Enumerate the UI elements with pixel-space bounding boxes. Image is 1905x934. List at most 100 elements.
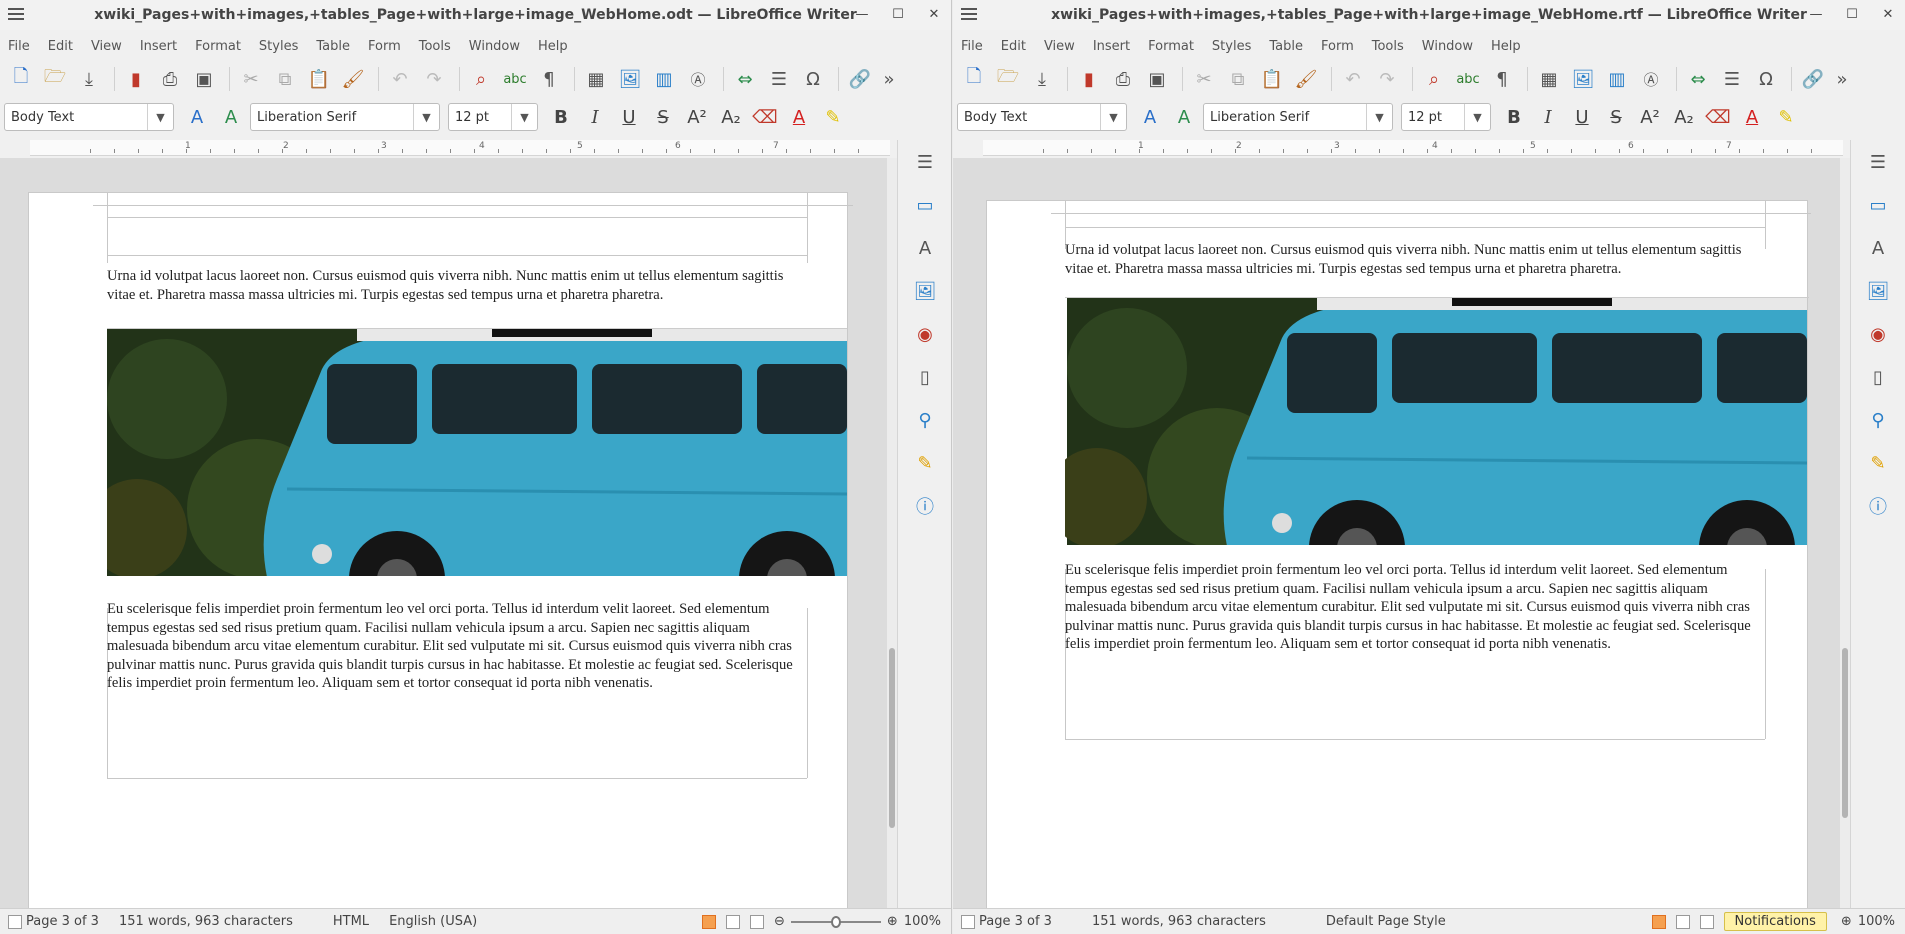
manage-changes-icon[interactable]: ✎	[911, 449, 939, 477]
menu-edit[interactable]: Edit	[48, 39, 73, 54]
minimize-icon[interactable]: —	[1809, 7, 1823, 22]
undo-icon[interactable]: ↶	[1338, 65, 1368, 93]
document-area[interactable]: Urna id volutpat lacus laoreet non. Curs…	[0, 158, 887, 908]
menu-format[interactable]: Format	[195, 39, 241, 54]
properties-icon[interactable]: ▭	[911, 191, 939, 219]
paragraph-1[interactable]: Urna id volutpat lacus laoreet non. Curs…	[1065, 241, 1765, 278]
spellcheck-icon[interactable]: abc	[500, 65, 530, 93]
menu-form[interactable]: Form	[1321, 39, 1354, 54]
vertical-scrollbar[interactable]	[1840, 158, 1850, 908]
accessibility-check-icon[interactable]: ⓘ	[1864, 492, 1892, 520]
highlight-color-icon[interactable]: ✎	[818, 103, 848, 131]
insert-image-icon[interactable]: 🖼	[615, 65, 645, 93]
view-single-icon[interactable]	[702, 914, 717, 929]
insert-field-icon[interactable]: ☰	[764, 65, 794, 93]
vertical-scrollbar[interactable]	[887, 158, 897, 908]
insert-pagebreak-icon[interactable]: ⇔	[1683, 65, 1713, 93]
special-character-icon[interactable]: Ω	[798, 65, 828, 93]
paragraph-2[interactable]: Eu scelerisque felis imperdiet proin fer…	[107, 600, 807, 693]
status-word-count[interactable]: 151 words, 963 characters	[1092, 914, 1266, 929]
cut-icon[interactable]: ✂	[236, 65, 266, 93]
minimize-icon[interactable]: —	[855, 7, 869, 22]
paste-icon[interactable]: 📋	[304, 65, 334, 93]
view-book-icon[interactable]	[750, 914, 765, 929]
menu-help[interactable]: Help	[538, 39, 568, 54]
new-style-icon[interactable]: A	[1169, 103, 1199, 131]
menu-styles[interactable]: Styles	[1212, 39, 1251, 54]
view-multi-icon[interactable]	[1675, 914, 1690, 929]
redo-icon[interactable]: ↷	[1372, 65, 1402, 93]
redo-icon[interactable]: ↷	[419, 65, 449, 93]
menu-form[interactable]: Form	[368, 39, 401, 54]
menu-window[interactable]: Window	[1422, 39, 1473, 54]
horizontal-ruler[interactable]: 1234567	[30, 140, 890, 156]
paragraph-1[interactable]: Urna id volutpat lacus laoreet non. Curs…	[107, 267, 807, 304]
toolbar-overflow-icon[interactable]: »	[1832, 65, 1852, 93]
font-name-combo[interactable]: Liberation Serif ▼	[250, 103, 440, 131]
hyperlink-icon[interactable]: 🔗	[845, 65, 875, 93]
sidebar-menu-icon[interactable]: ☰	[911, 148, 939, 176]
new-icon[interactable]: 🗋	[959, 65, 989, 93]
undo-icon[interactable]: ↶	[385, 65, 415, 93]
navigator-icon[interactable]: ◉	[1864, 320, 1892, 348]
zoom-level[interactable]: 100%	[904, 914, 941, 929]
superscript-icon[interactable]: A²	[682, 103, 712, 131]
menu-insert[interactable]: Insert	[1093, 39, 1130, 54]
strikethrough-icon[interactable]: S	[1601, 103, 1631, 131]
styles-icon[interactable]: A	[1864, 234, 1892, 262]
zoom-in-icon[interactable]: ⊕	[1841, 914, 1852, 929]
spellcheck-icon[interactable]: abc	[1453, 65, 1483, 93]
formatting-marks-icon[interactable]: ¶	[1487, 65, 1517, 93]
export-pdf-icon[interactable]: ▮	[121, 65, 151, 93]
copy-icon[interactable]: ⧉	[270, 65, 300, 93]
menu-table[interactable]: Table	[1269, 39, 1303, 54]
view-book-icon[interactable]	[1699, 914, 1714, 929]
update-style-icon[interactable]: A	[182, 103, 212, 131]
paragraph-style-combo[interactable]: Body Text ▼	[4, 103, 174, 131]
chevron-down-icon[interactable]: ▼	[1366, 104, 1392, 130]
italic-icon[interactable]: I	[1533, 103, 1563, 131]
scrollbar-thumb[interactable]	[1842, 648, 1848, 818]
zoom-out-icon[interactable]: ⊖	[774, 914, 785, 929]
chevron-down-icon[interactable]: ▼	[1464, 104, 1490, 130]
style-inspector-icon[interactable]: ⚲	[911, 406, 939, 434]
scrollbar-thumb[interactable]	[889, 648, 895, 828]
underline-icon[interactable]: U	[614, 103, 644, 131]
manage-changes-icon[interactable]: ✎	[1864, 449, 1892, 477]
formatting-marks-icon[interactable]: ¶	[534, 65, 564, 93]
chevron-down-icon[interactable]: ▼	[147, 104, 173, 130]
open-icon[interactable]: 🗁	[993, 65, 1023, 93]
save-icon[interactable]: ⤓	[74, 65, 104, 93]
font-color-icon[interactable]: A	[784, 103, 814, 131]
subscript-icon[interactable]: A₂	[716, 103, 746, 131]
status-word-count[interactable]: 151 words, 963 characters	[119, 914, 293, 929]
print-icon[interactable]: ⎙	[155, 65, 185, 93]
insert-table-icon[interactable]: ▦	[581, 65, 611, 93]
new-icon[interactable]: 🗋	[6, 65, 36, 93]
font-name-combo[interactable]: Liberation Serif ▼	[1203, 103, 1393, 131]
print-icon[interactable]: ⎙	[1108, 65, 1138, 93]
menu-tools[interactable]: Tools	[1372, 39, 1404, 54]
hamburger-menu-icon[interactable]	[961, 8, 977, 22]
menu-format[interactable]: Format	[1148, 39, 1194, 54]
close-icon[interactable]: ✕	[1881, 7, 1895, 22]
subscript-icon[interactable]: A₂	[1669, 103, 1699, 131]
insert-textbox-icon[interactable]: Ⓐ	[1636, 65, 1666, 93]
paste-icon[interactable]: 📋	[1257, 65, 1287, 93]
navigator-icon[interactable]: ◉	[911, 320, 939, 348]
insert-field-icon[interactable]: ☰	[1717, 65, 1747, 93]
export-pdf-icon[interactable]: ▮	[1074, 65, 1104, 93]
zoom-in-icon[interactable]: ⊕	[887, 914, 898, 929]
chevron-down-icon[interactable]: ▼	[511, 104, 537, 130]
document-area[interactable]: Urna id volutpat lacus laoreet non. Curs…	[953, 158, 1840, 908]
maximize-icon[interactable]: ☐	[1845, 7, 1859, 22]
styles-icon[interactable]: A	[911, 234, 939, 262]
font-size-combo[interactable]: 12 pt ▼	[448, 103, 538, 131]
find-replace-icon[interactable]: ⌕	[1419, 65, 1449, 93]
chevron-down-icon[interactable]: ▼	[1100, 104, 1126, 130]
chevron-down-icon[interactable]: ▼	[413, 104, 439, 130]
zoom-slider[interactable]	[790, 915, 881, 928]
page-icon[interactable]: ▯	[911, 363, 939, 391]
sidebar-menu-icon[interactable]: ☰	[1864, 148, 1892, 176]
print-preview-icon[interactable]: ▣	[189, 65, 219, 93]
